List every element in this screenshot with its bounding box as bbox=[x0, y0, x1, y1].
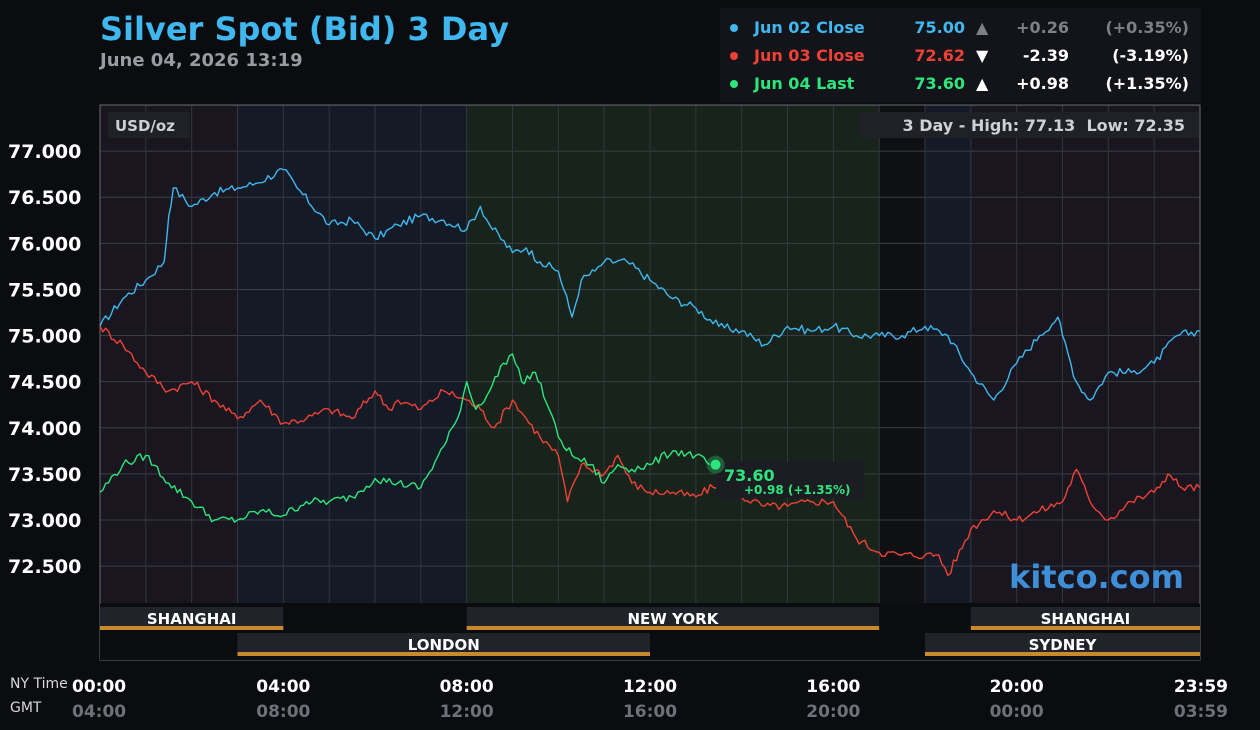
ny-time-label: NY Time bbox=[10, 676, 68, 692]
y-tick-label: 73.000 bbox=[8, 510, 81, 532]
x-tick-ny: 16:00 bbox=[806, 677, 860, 697]
y-tick-label: 75.000 bbox=[8, 326, 81, 348]
session-label: SYDNEY bbox=[1029, 636, 1098, 654]
x-tick-gmt: 20:00 bbox=[806, 702, 860, 722]
session-label: NEW YORK bbox=[628, 610, 720, 628]
last-price-marker: 73.60 +0.98 (+1.35%) bbox=[706, 455, 864, 498]
closed-shading bbox=[879, 105, 925, 603]
y-tick-label: 76.000 bbox=[8, 233, 81, 255]
x-tick-ny: 08:00 bbox=[440, 677, 494, 697]
sydney-shading bbox=[925, 105, 971, 603]
x-tick-gmt: 04:00 bbox=[72, 702, 126, 722]
session-label: SHANGHAI bbox=[147, 610, 237, 628]
session-bars: SHANGHAI NEW YORK SHANGHAI LONDON SYDNEY bbox=[100, 604, 1200, 660]
gmt-label: GMT bbox=[10, 700, 42, 716]
price-chart: SHANGHAI NEW YORK SHANGHAI LONDON SYDNEY 77.… bbox=[8, 104, 1228, 722]
session-label: SHANGHAI bbox=[1041, 610, 1131, 628]
x-tick-ny: 12:00 bbox=[623, 677, 677, 697]
x-tick-gmt: 12:00 bbox=[440, 702, 494, 722]
y-tick-label: 74.000 bbox=[8, 418, 81, 440]
x-tick-gmt: 16:00 bbox=[623, 702, 677, 722]
x-tick-gmt: 08:00 bbox=[256, 702, 310, 722]
x-tick-ny: 20:00 bbox=[990, 677, 1044, 697]
y-tick-label: 74.500 bbox=[8, 372, 81, 394]
newyork-shading bbox=[466, 105, 880, 603]
x-tick-ny: 23:59 bbox=[1174, 677, 1228, 697]
y-tick-label: 73.500 bbox=[8, 464, 81, 486]
session-label: LONDON bbox=[408, 636, 480, 654]
y-tick-label: 77.000 bbox=[8, 141, 81, 163]
london-shading bbox=[237, 105, 467, 603]
last-point-dot bbox=[710, 459, 721, 470]
x-tick-ny: 04:00 bbox=[256, 677, 310, 697]
y-tick-label: 75.500 bbox=[8, 279, 81, 301]
high-low-label: 3 Day - High: 77.13 Low: 72.35 bbox=[903, 116, 1185, 135]
x-tick-gmt: 00:00 bbox=[990, 702, 1044, 722]
last-price-change: +0.98 (+1.35%) bbox=[744, 483, 851, 497]
y-tick-label: 72.500 bbox=[8, 556, 81, 578]
x-tick-gmt: 03:59 bbox=[1174, 702, 1228, 722]
y-tick-label: 76.500 bbox=[8, 187, 81, 209]
x-tick-ny: 00:00 bbox=[72, 677, 126, 697]
unit-label: USD/oz bbox=[115, 117, 175, 135]
kitco-watermark: kitco.com bbox=[1009, 558, 1184, 596]
